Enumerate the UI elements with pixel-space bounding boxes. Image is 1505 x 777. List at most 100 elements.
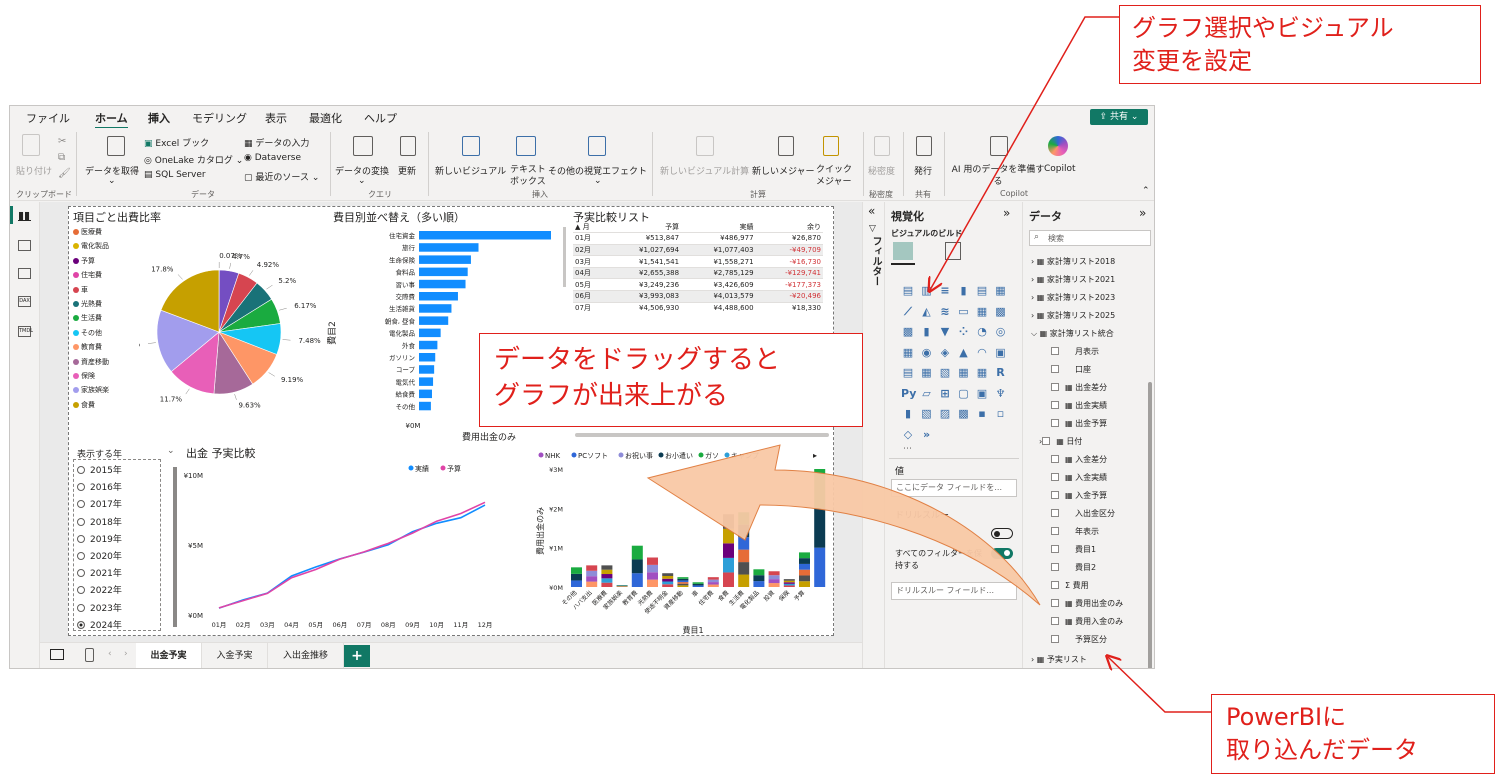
- data-field[interactable]: › ▦ 日付: [1031, 436, 1082, 447]
- table-row[interactable]: 06月 ¥3,993,083 ¥4,013,579 -¥20,496: [573, 290, 823, 303]
- field-checkbox[interactable]: [1051, 455, 1059, 463]
- chevron-right-icon[interactable]: ›: [1031, 293, 1034, 302]
- visual-type-icon[interactable]: ▮: [920, 325, 934, 338]
- enter-data-button[interactable]: ▦ データの入力: [244, 136, 309, 149]
- pie-legend-item[interactable]: 資産移動: [73, 357, 109, 367]
- data-field[interactable]: Σ 費用: [1031, 580, 1089, 591]
- pie-legend-item[interactable]: 予算: [73, 256, 95, 266]
- field-checkbox[interactable]: [1051, 527, 1059, 535]
- visual-type-icon[interactable]: ▧: [938, 366, 952, 379]
- visual-type-icon[interactable]: ▨: [938, 407, 952, 420]
- data-field[interactable]: 費目1: [1031, 544, 1096, 555]
- data-field[interactable]: 予算区分: [1031, 634, 1107, 645]
- chevron-down-icon[interactable]: ⌵: [1031, 329, 1037, 338]
- data-table[interactable]: ⌵ ▦ 家計簿リスト統合: [1031, 328, 1114, 339]
- table-row[interactable]: 01月 ¥513,847 ¥486,977 ¥26,870: [573, 232, 823, 245]
- pie-legend-item[interactable]: 光熱費: [73, 299, 102, 309]
- visual-type-icon[interactable]: ▩: [957, 407, 971, 420]
- cross-report-toggle[interactable]: [991, 528, 1013, 539]
- search-box[interactable]: ⌕ 検索: [1029, 230, 1151, 246]
- data-table[interactable]: › ▦ 予実リスト: [1031, 654, 1087, 665]
- field-checkbox[interactable]: [1051, 563, 1059, 571]
- table-header-cell[interactable]: ▲ 月: [573, 221, 607, 233]
- visual-type-icon[interactable]: ◉: [920, 346, 934, 359]
- data-field[interactable]: ▦ 出金予算: [1031, 418, 1107, 429]
- pie-legend-item[interactable]: 車: [73, 285, 88, 295]
- data-field[interactable]: 入出金区分: [1031, 508, 1115, 519]
- pie-legend-item[interactable]: 医療費: [73, 227, 102, 237]
- visual-type-icon[interactable]: ▦: [901, 346, 915, 359]
- table-view-icon[interactable]: [18, 240, 31, 251]
- search-input[interactable]: 検索: [1048, 233, 1064, 244]
- data-field[interactable]: 年表示: [1031, 526, 1099, 537]
- add-page-button[interactable]: +: [344, 645, 370, 667]
- chevron-down-icon[interactable]: ⌄: [108, 176, 116, 186]
- sql-button[interactable]: ▤ SQL Server: [144, 170, 206, 180]
- values-drop-zone[interactable]: ここにデータ フィールドを...: [891, 479, 1017, 497]
- visual-type-icon[interactable]: ▦: [994, 284, 1008, 297]
- visual-type-icon[interactable]: ▧: [920, 407, 934, 420]
- data-field[interactable]: ▦ 出金実績: [1031, 400, 1107, 411]
- pie-legend-item[interactable]: その他: [73, 328, 102, 338]
- visual-type-icon[interactable]: ▤: [901, 366, 915, 379]
- pie-legend-item[interactable]: 住宅費: [73, 270, 102, 280]
- chevron-right-icon[interactable]: ›: [1031, 655, 1034, 664]
- menu-file[interactable]: ファイル: [26, 110, 70, 126]
- dax-query-icon[interactable]: DAX: [18, 296, 31, 307]
- chevron-right-icon[interactable]: ›: [1031, 275, 1034, 284]
- field-checkbox[interactable]: [1051, 635, 1059, 643]
- copy-icon[interactable]: ⧉: [58, 152, 65, 163]
- pie-legend-item[interactable]: 教育費: [73, 342, 102, 352]
- ai-prep-button[interactable]: AI 用のデータを準備する: [950, 164, 1046, 188]
- visual-type-icon[interactable]: »: [920, 428, 934, 441]
- recent-sources-button[interactable]: ▢ 最近のソース ⌄: [244, 170, 319, 183]
- field-checkbox[interactable]: [1051, 491, 1059, 499]
- visual-type-icon[interactable]: ≋: [938, 305, 952, 318]
- publish-button[interactable]: 発行: [914, 164, 932, 177]
- new-visual-calc-button[interactable]: 新しいビジュアル計算: [660, 164, 749, 177]
- refresh-button[interactable]: 更新: [398, 164, 416, 177]
- page-tab-trend[interactable]: 入出金推移: [268, 643, 344, 668]
- keep-filters-toggle[interactable]: [991, 548, 1013, 559]
- menu-insert[interactable]: 挿入: [148, 110, 170, 126]
- pie-legend-item[interactable]: 食費: [73, 400, 95, 410]
- chevron-down-icon[interactable]: ⌄: [358, 176, 366, 186]
- data-field[interactable]: 口座: [1031, 364, 1091, 375]
- visual-type-icon[interactable]: ⟋: [901, 305, 915, 318]
- field-checkbox[interactable]: [1051, 419, 1059, 427]
- chevron-down-icon[interactable]: ⌄: [167, 446, 175, 456]
- data-table[interactable]: › ▦ 家計簿リスト2018: [1031, 256, 1115, 267]
- collapse-icon[interactable]: »: [1139, 206, 1146, 220]
- stacked-column-chart[interactable]: NHK PCソフト お祝い事 お小遣い ガソ キャンプ ▸ ¥3M ¥2M ¥1M ¥0M 費用出金の…: [535, 447, 831, 635]
- format-visual-tab-icon[interactable]: [945, 242, 961, 260]
- menu-home[interactable]: ホーム: [95, 110, 128, 129]
- model-view-icon[interactable]: [18, 268, 31, 279]
- visual-type-icon[interactable]: Py: [901, 387, 916, 400]
- field-checkbox[interactable]: [1051, 599, 1059, 607]
- format-painter-icon[interactable]: 🖌: [58, 168, 71, 179]
- visual-type-icon[interactable]: ◈: [938, 346, 952, 359]
- menu-modeling[interactable]: モデリング: [192, 110, 247, 126]
- build-visual-tab-icon[interactable]: [893, 242, 913, 260]
- more-visuals-icon[interactable]: ⋯: [903, 444, 912, 454]
- field-checkbox[interactable]: [1051, 401, 1059, 409]
- copilot-button[interactable]: Copilot: [1044, 164, 1076, 174]
- quick-measure-button[interactable]: クイック メジャー: [816, 164, 856, 188]
- data-field[interactable]: ▦ 出金差分: [1031, 382, 1107, 393]
- page-tab-expense[interactable]: 出金予実: [136, 643, 202, 668]
- pie-legend-item[interactable]: 生活費: [73, 313, 102, 323]
- pie-legend-item[interactable]: 保険: [73, 371, 95, 381]
- collapse-ribbon-icon[interactable]: ⌃: [1142, 186, 1150, 196]
- onelake-button[interactable]: ◎ OneLake カタログ ⌄: [144, 153, 243, 166]
- table-row[interactable]: 02月 ¥1,027,694 ¥1,077,403 -¥49,709: [573, 244, 823, 256]
- new-measure-button[interactable]: 新しいメジャー: [752, 164, 815, 177]
- sensitivity-button[interactable]: 秘密度: [868, 164, 895, 177]
- field-checkbox[interactable]: [1051, 617, 1059, 625]
- visual-type-icon[interactable]: ▮: [901, 407, 915, 420]
- pie-chart[interactable]: 0.07%4.7%4.92%5.2%6.17%7.48%9.19%9.63%11…: [139, 247, 339, 417]
- visual-type-icon[interactable]: ▦: [920, 366, 934, 379]
- field-checkbox[interactable]: [1051, 365, 1059, 373]
- table-row[interactable]: 03月 ¥1,541,541 ¥1,558,271 -¥16,730: [573, 255, 823, 268]
- visual-type-icon[interactable]: R: [994, 366, 1008, 379]
- menu-view[interactable]: 表示: [265, 110, 287, 126]
